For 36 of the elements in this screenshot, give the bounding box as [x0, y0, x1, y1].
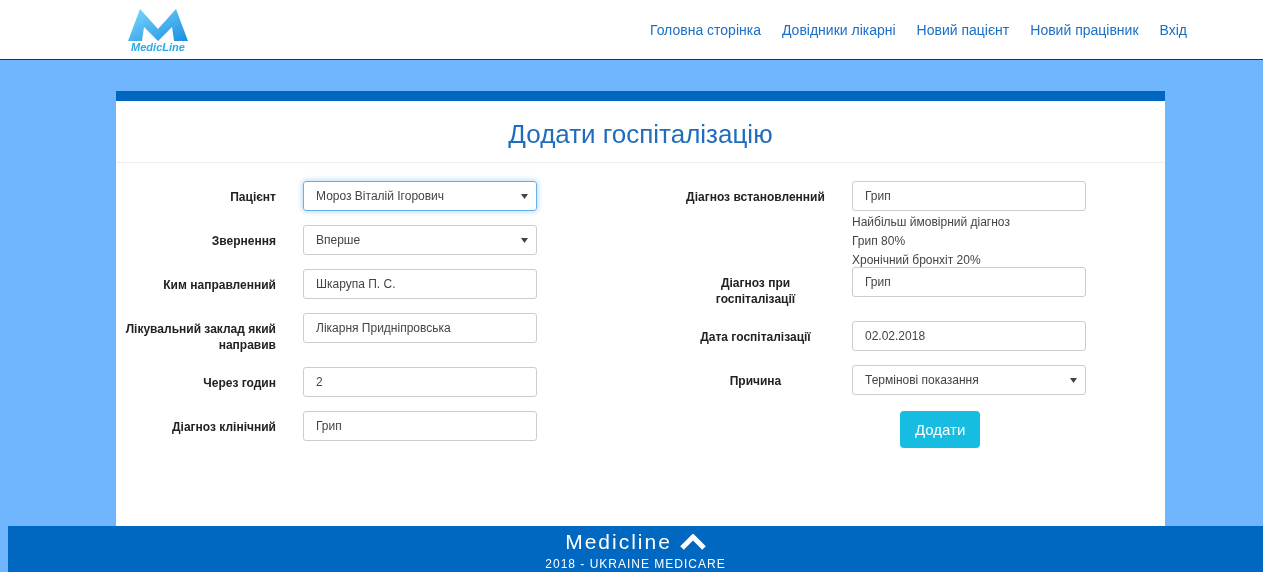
field-label: Діагноз встановленний [685, 189, 825, 205]
input-field[interactable]: 2 [303, 367, 537, 397]
caret-icon [1070, 377, 1077, 383]
hint-text: Хронічний бронхіт 20% [852, 253, 982, 267]
caret-icon [521, 193, 528, 199]
caret-icon [521, 237, 528, 243]
input-field[interactable]: Грип [852, 267, 1086, 297]
footer-brand: Medicline [565, 530, 672, 554]
footer-tagline: 2018 - UKRAINE MEDICARE [545, 557, 726, 571]
chevron-up-icon[interactable] [679, 534, 706, 550]
field-label: Пацієнт [229, 189, 276, 205]
input-field[interactable]: Лікарня Придніпровська [303, 313, 537, 343]
field-label: Звернення [210, 233, 276, 249]
input-field[interactable]: Грип [303, 411, 537, 441]
nav-link[interactable]: Вхід [1159, 21, 1187, 38]
hint-text: Грип 80% [852, 234, 907, 248]
field-label: Дата госпіталізації [699, 329, 812, 345]
field-label: Діагноз клінічний [171, 419, 276, 435]
field-label: Діагноз при госпіталізації [714, 275, 797, 307]
field-label: Ким направленний [162, 277, 276, 293]
nav-link[interactable]: Новий працівник [1030, 21, 1139, 38]
nav-link[interactable]: Головна сторінка [650, 21, 761, 38]
nav-link[interactable]: Довідники лікарні [781, 21, 896, 38]
field-label: Причина [728, 373, 783, 389]
select-field[interactable]: Термінові показання [852, 365, 1086, 395]
select-field[interactable]: Вперше [303, 225, 537, 255]
input-field[interactable]: 02.02.2018 [852, 321, 1086, 351]
nav-link[interactable]: Новий пацієнт [916, 21, 1010, 38]
form-title: Додати госпіталізацію [116, 101, 1165, 163]
select-field[interactable]: Мороз Віталій Ігорович [303, 181, 537, 211]
field-label: Лікувальний заклад який направив [124, 321, 276, 353]
input-field[interactable]: Грип [852, 181, 1086, 211]
input-field[interactable]: Шкарупа П. С. [303, 269, 537, 299]
logo-text: MedicLine [131, 40, 185, 53]
hint-text: Найбільш ймовірний діагноз [852, 215, 1011, 229]
field-label: Через годин [202, 375, 276, 391]
